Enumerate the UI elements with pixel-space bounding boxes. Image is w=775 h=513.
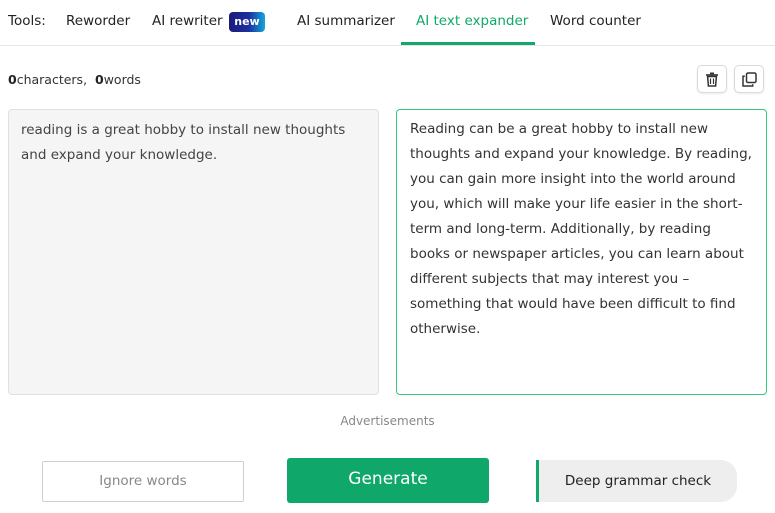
advertisements-label: Advertisements	[340, 414, 435, 428]
tab-ai-text-expander[interactable]: AI text expander	[416, 13, 528, 29]
trash-icon	[706, 72, 718, 87]
output-text-area[interactable]: Reading can be a great hobby to install …	[396, 109, 767, 395]
tab-ai-rewriter[interactable]: AI rewriter	[152, 13, 223, 29]
deep-grammar-check-button[interactable]: Deep grammar check	[536, 460, 737, 502]
characters-label: characters,	[16, 72, 88, 87]
tab-reworder[interactable]: Reworder	[66, 13, 130, 29]
input-text-area[interactable]: reading is a great hobby to install new …	[8, 109, 379, 395]
generate-button[interactable]: Generate	[287, 458, 489, 503]
words-label: words	[103, 72, 141, 87]
words-count: 0	[95, 72, 104, 87]
clear-button[interactable]	[697, 65, 727, 93]
copy-button[interactable]	[734, 65, 764, 93]
active-tab-indicator	[401, 42, 535, 45]
copy-icon	[741, 71, 757, 87]
new-badge: new	[229, 12, 265, 32]
character-word-count: 0characters, 0words	[8, 72, 141, 87]
tools-bar: Tools: Reworder AI rewriter new AI summa…	[0, 0, 775, 46]
tab-word-counter[interactable]: Word counter	[550, 13, 641, 29]
tools-label: Tools:	[8, 13, 46, 29]
ignore-words-button[interactable]: Ignore words	[42, 461, 244, 502]
characters-count: 0	[8, 72, 17, 87]
tab-ai-summarizer[interactable]: AI summarizer	[297, 13, 395, 29]
